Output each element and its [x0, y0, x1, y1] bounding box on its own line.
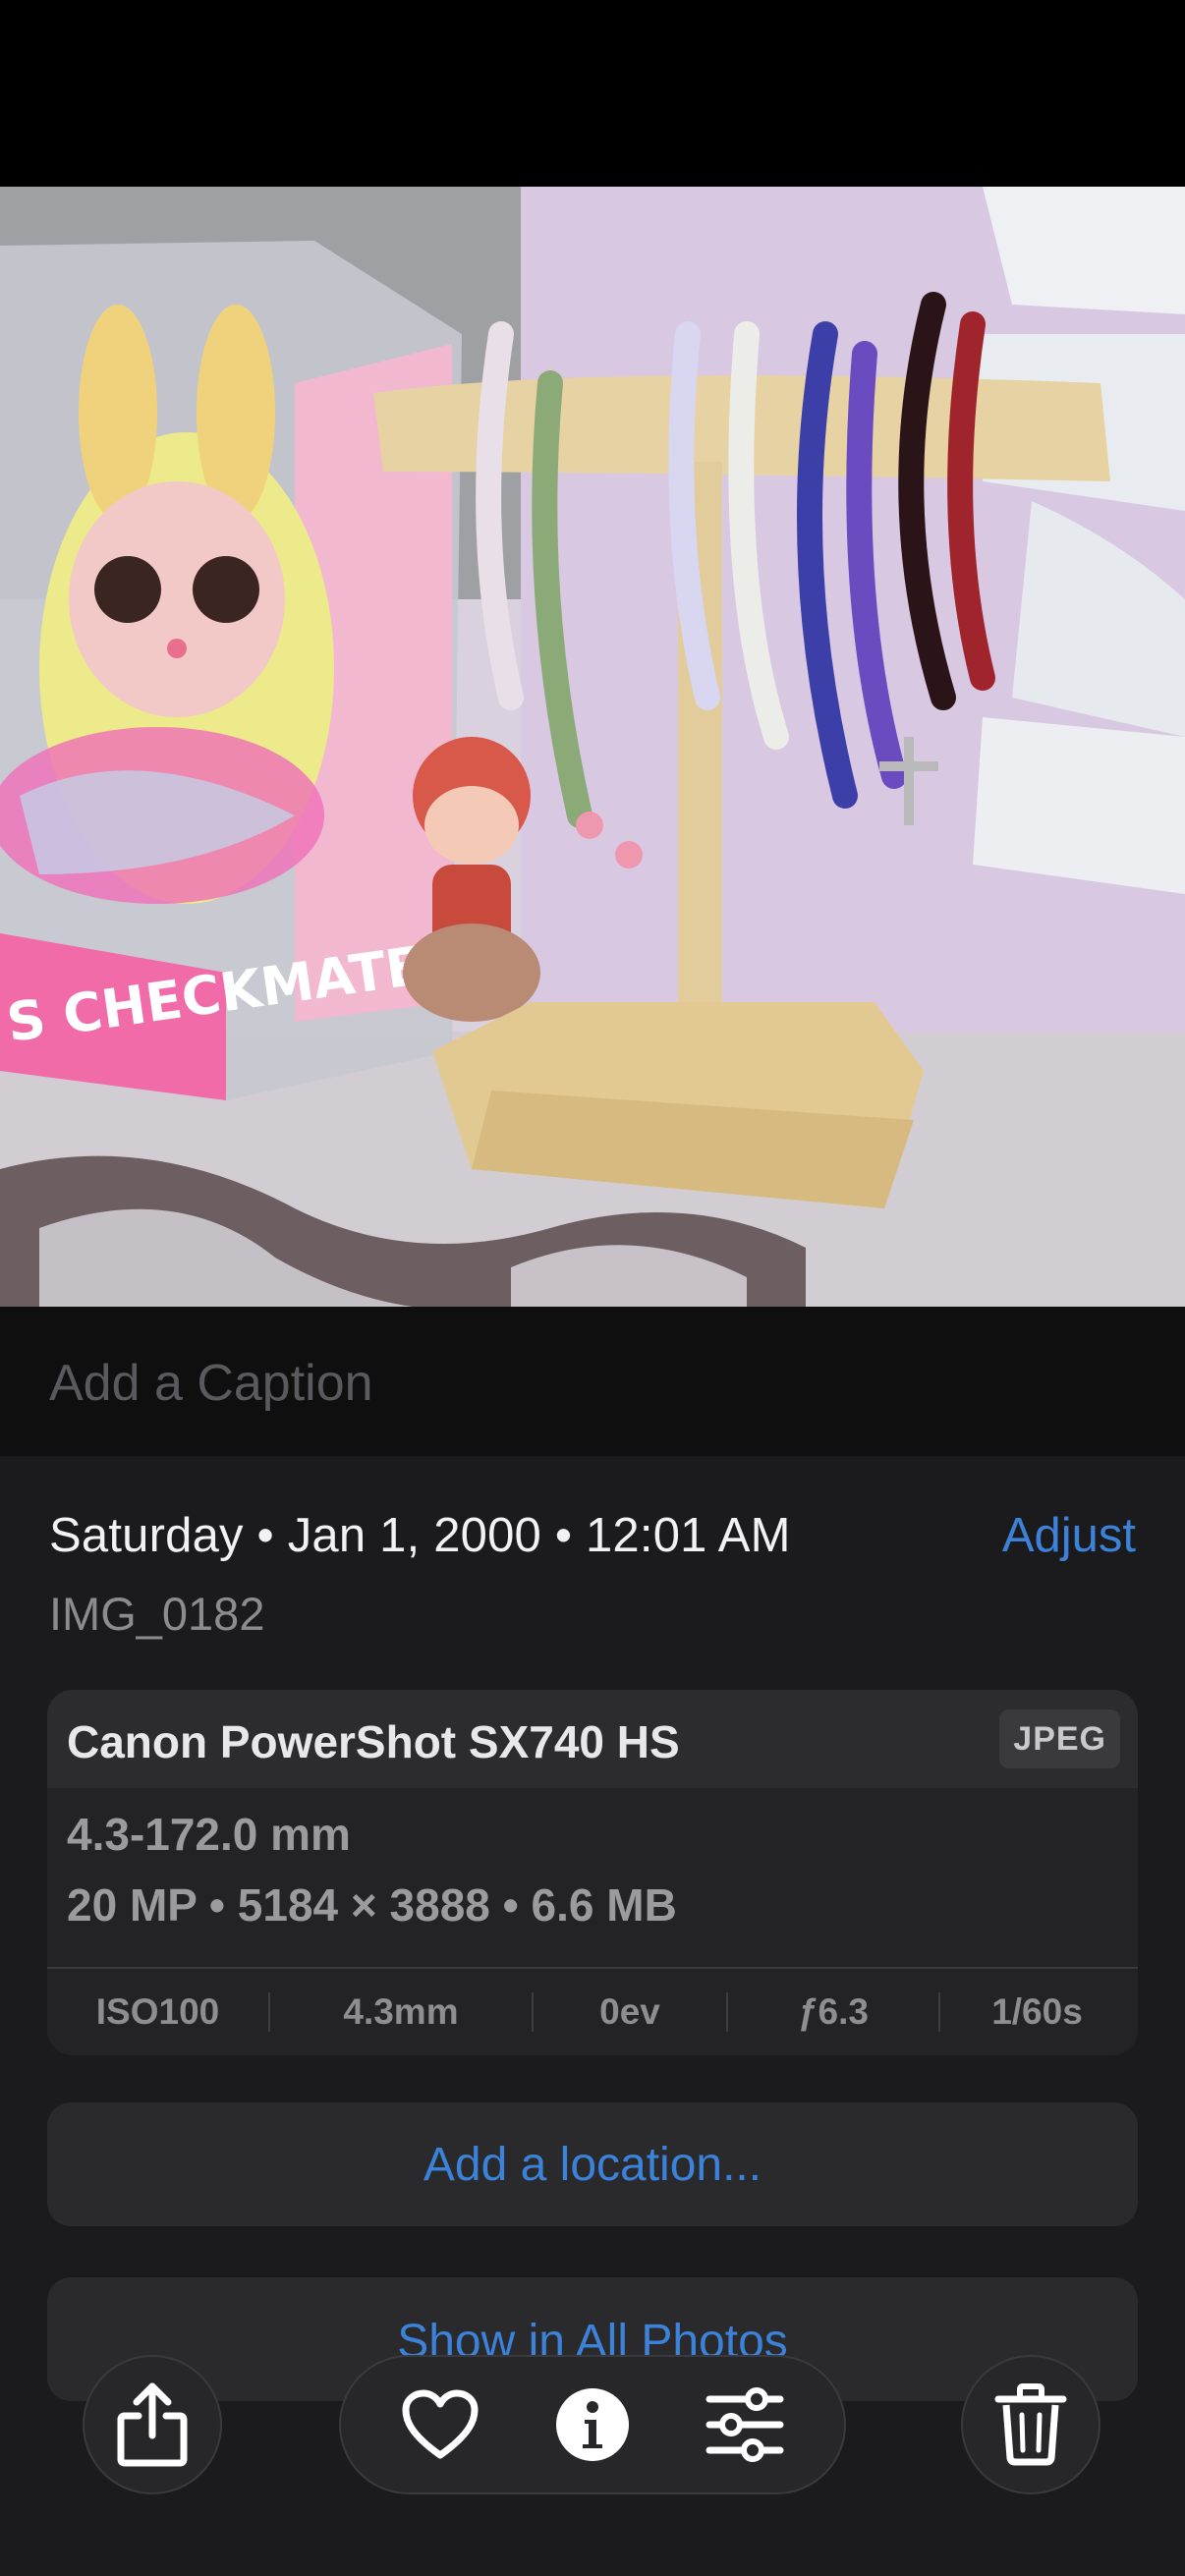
info-icon[interactable]: [548, 2380, 637, 2469]
image-specs: 20 MP • 5184 × 3888 • 6.6 MB: [67, 1879, 677, 1931]
trash-icon: [987, 2380, 1075, 2469]
add-location-button[interactable]: Add a location...: [47, 2102, 1138, 2226]
exif-aperture: ƒ6.3: [797, 1991, 869, 2032]
photo-actions-pill: [339, 2355, 846, 2494]
camera-name: Canon PowerShot SX740 HS: [67, 1716, 680, 1767]
photo-date: Saturday • Jan 1, 2000 • 12:01 AM: [49, 1509, 791, 1562]
lens-info: 4.3-172.0 mm: [67, 1809, 351, 1860]
exif-row: ISO100 4.3mm 0ev ƒ6.3 1/60s: [47, 1967, 1138, 2055]
caption-input[interactable]: Add a Caption: [49, 1354, 373, 1413]
share-icon: [108, 2380, 197, 2469]
heart-icon[interactable]: [396, 2380, 484, 2469]
exif-focal: 4.3mm: [343, 1991, 459, 2032]
photo-view[interactable]: S CHECKMATE: [0, 187, 1185, 1307]
camera-header: Canon PowerShot SX740 HS JPEG: [47, 1690, 1138, 1788]
photo-image: S CHECKMATE: [0, 187, 1185, 1307]
sliders-icon[interactable]: [701, 2380, 789, 2469]
photo-filename: IMG_0182: [49, 1588, 265, 1640]
exif-ev: 0ev: [599, 1991, 660, 2032]
camera-info-card: Canon PowerShot SX740 HS JPEG 4.3-172.0 …: [47, 1690, 1138, 2055]
share-button[interactable]: [83, 2355, 222, 2494]
top-letterbox: [0, 0, 1185, 187]
adjust-button[interactable]: Adjust: [1002, 1508, 1136, 1563]
delete-button[interactable]: [961, 2355, 1100, 2494]
format-badge: JPEG: [999, 1709, 1120, 1768]
exif-shutter: 1/60s: [991, 1991, 1083, 2032]
exif-iso: ISO100: [95, 1991, 220, 2032]
